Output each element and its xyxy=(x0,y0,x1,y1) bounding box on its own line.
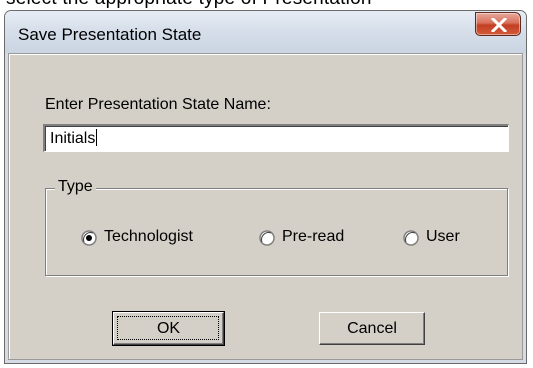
radio-unselected-icon xyxy=(259,230,275,246)
type-group-legend: Type xyxy=(55,178,96,196)
close-icon xyxy=(491,18,507,32)
ok-button-label: OK xyxy=(156,319,181,337)
cancel-button-label: Cancel xyxy=(347,319,397,337)
radio-unselected-icon xyxy=(403,230,419,246)
window-title: Save Presentation State xyxy=(18,25,202,44)
presentation-state-name-input[interactable]: Initials xyxy=(43,124,509,152)
radio-pre-read-label: Pre-read xyxy=(282,228,345,245)
save-presentation-state-dialog: Save Presentation State Enter Presentati… xyxy=(4,10,527,364)
ok-button[interactable]: OK xyxy=(112,311,225,346)
radio-user-label: User xyxy=(426,228,460,245)
name-input-value: Initials xyxy=(50,130,96,147)
name-prompt-label: Enter Presentation State Name: xyxy=(45,96,271,113)
cancel-button[interactable]: Cancel xyxy=(319,312,425,345)
title-bar[interactable]: Save Presentation State xyxy=(5,11,526,53)
text-caret xyxy=(96,129,98,146)
radio-selected-icon xyxy=(81,230,97,246)
radio-technologist-label: Technologist xyxy=(104,228,193,245)
background-page-text: select the appropriate type of Presentat… xyxy=(6,0,372,10)
dialog-body: Enter Presentation State Name: Initials … xyxy=(8,53,523,360)
close-button[interactable] xyxy=(475,12,521,36)
